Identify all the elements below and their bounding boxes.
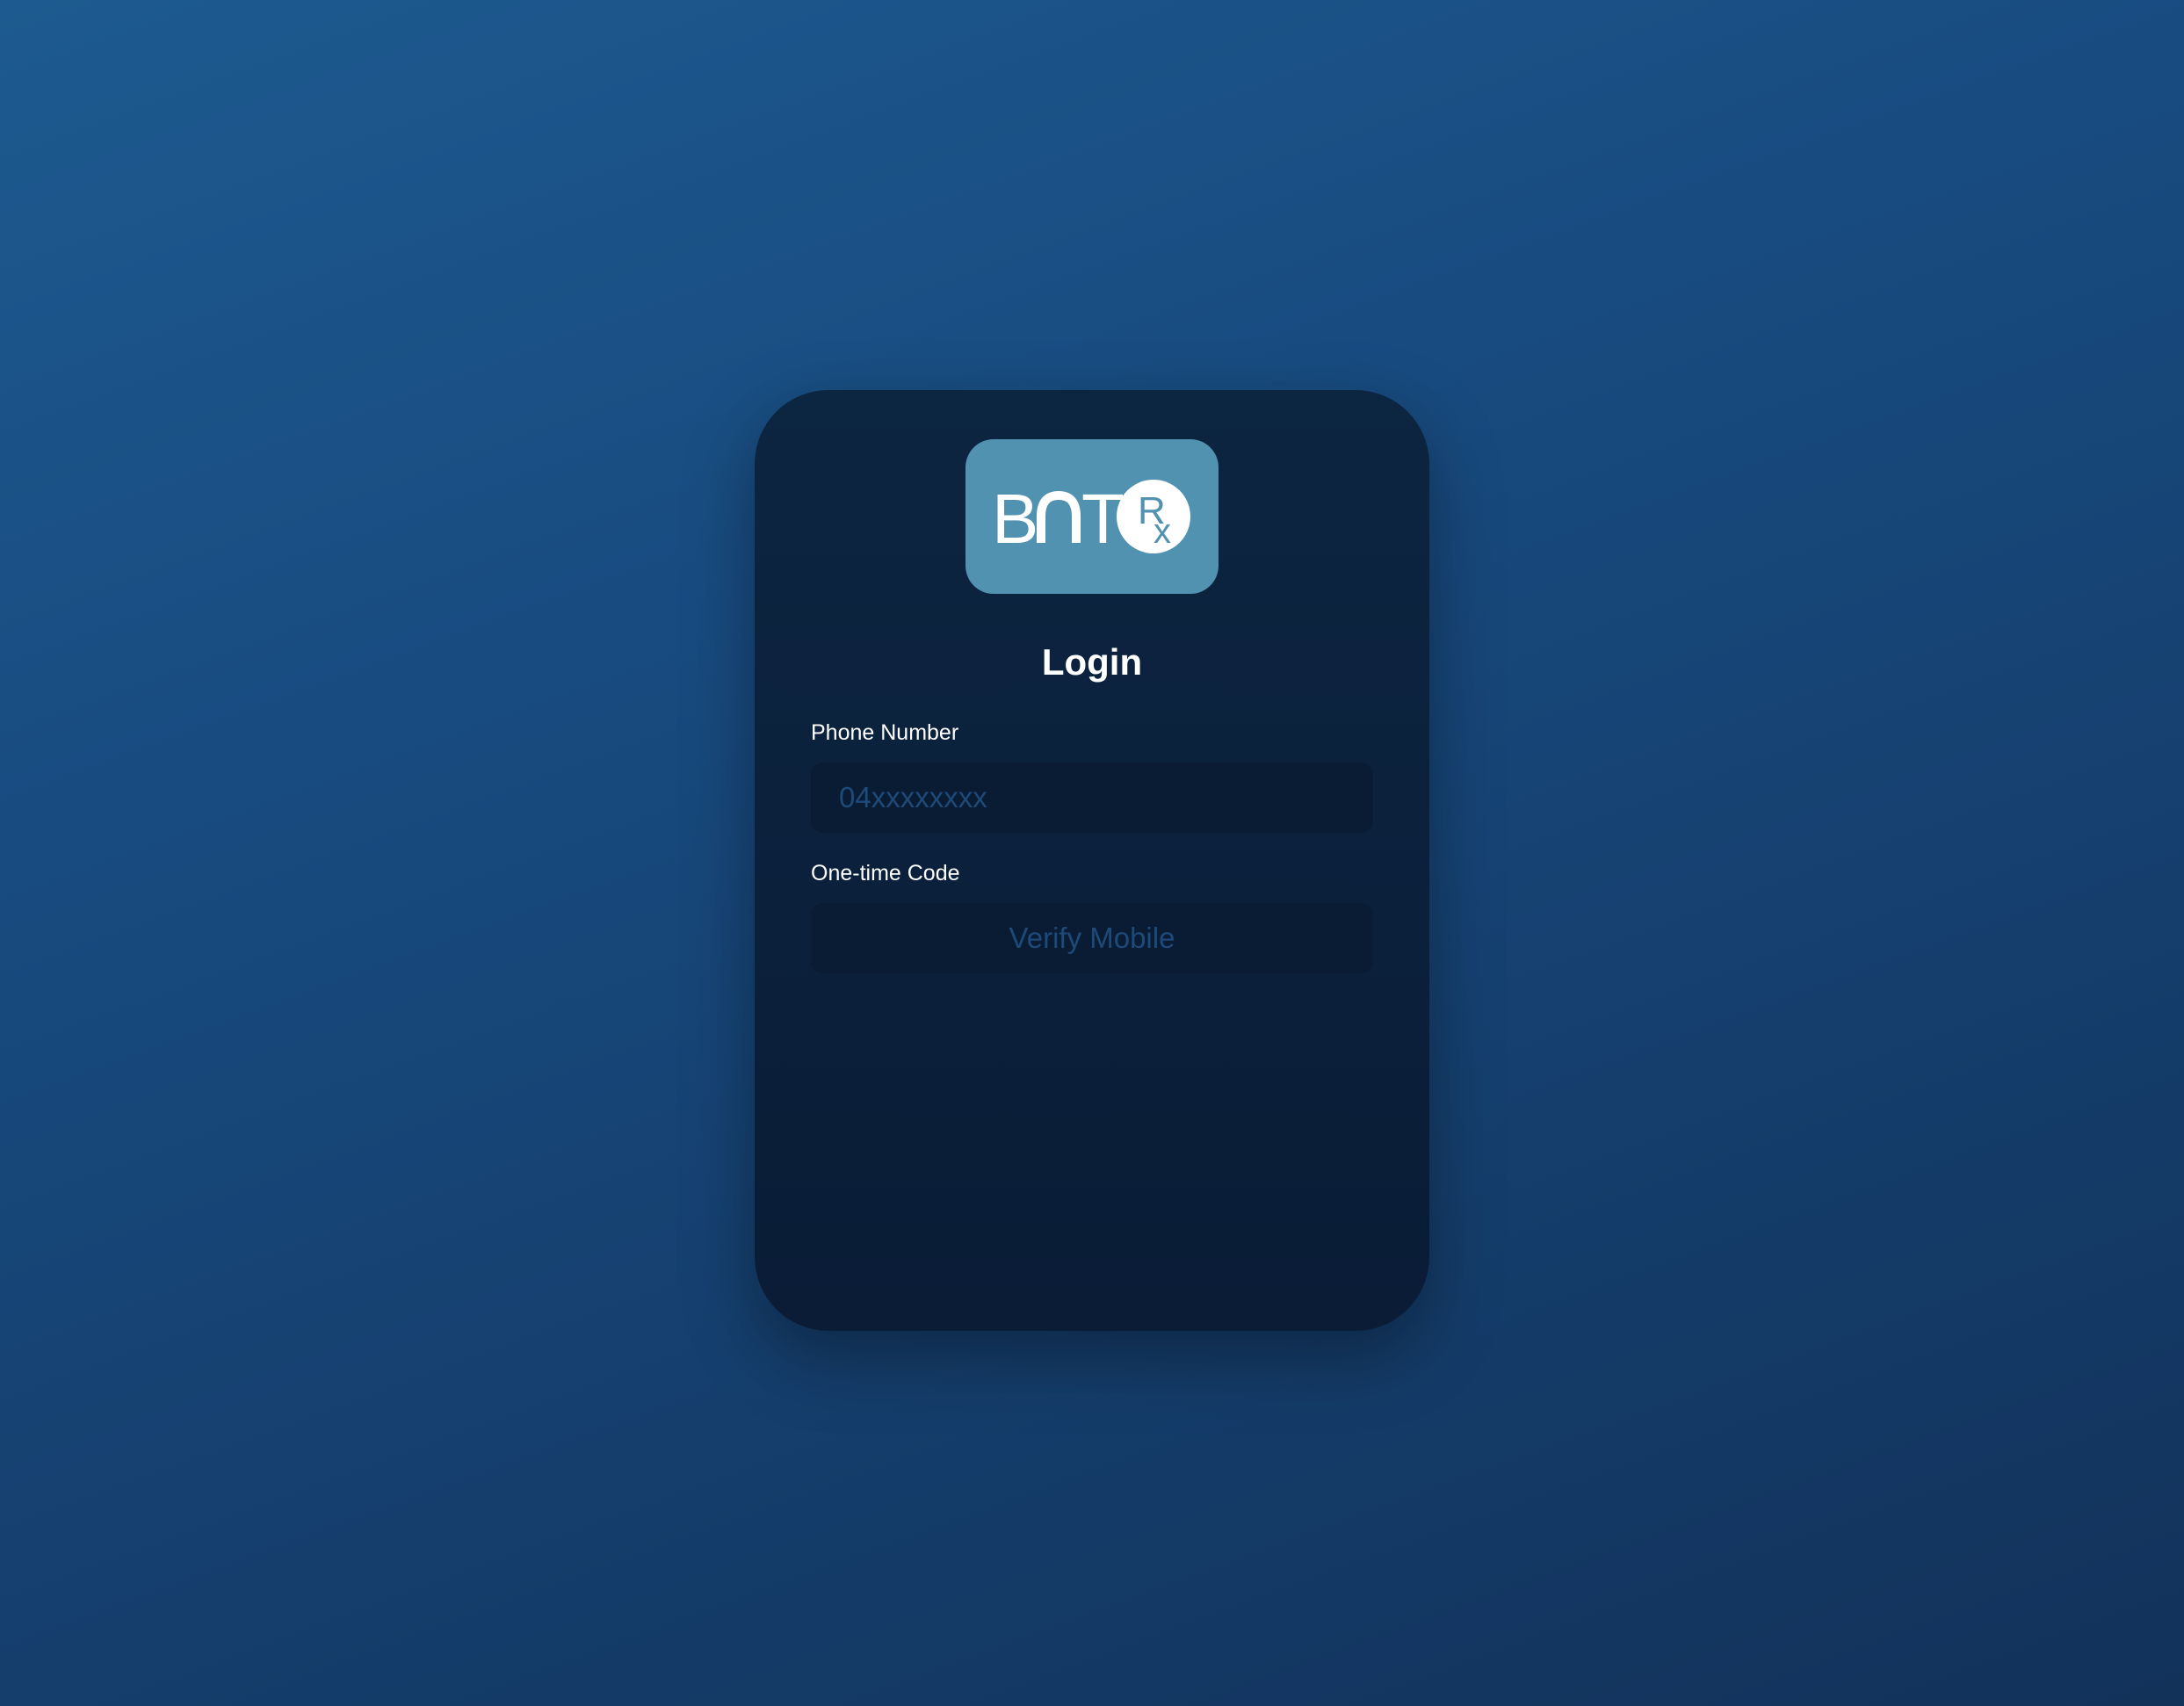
login-card: B T R x Login Phone Number One-time Code… (755, 390, 1429, 1331)
phone-number-label: Phone Number (811, 720, 959, 745)
page-title: Login (1041, 641, 1143, 683)
svg-text:B: B (992, 480, 1038, 558)
brand-logo: B T R x (965, 439, 1219, 594)
verify-mobile-button[interactable]: Verify Mobile (811, 903, 1373, 973)
bntrx-logo-icon: B T R x (992, 480, 1190, 558)
phone-number-input[interactable] (811, 763, 1373, 833)
svg-text:x: x (1153, 512, 1171, 551)
one-time-code-label: One-time Code (811, 861, 960, 886)
